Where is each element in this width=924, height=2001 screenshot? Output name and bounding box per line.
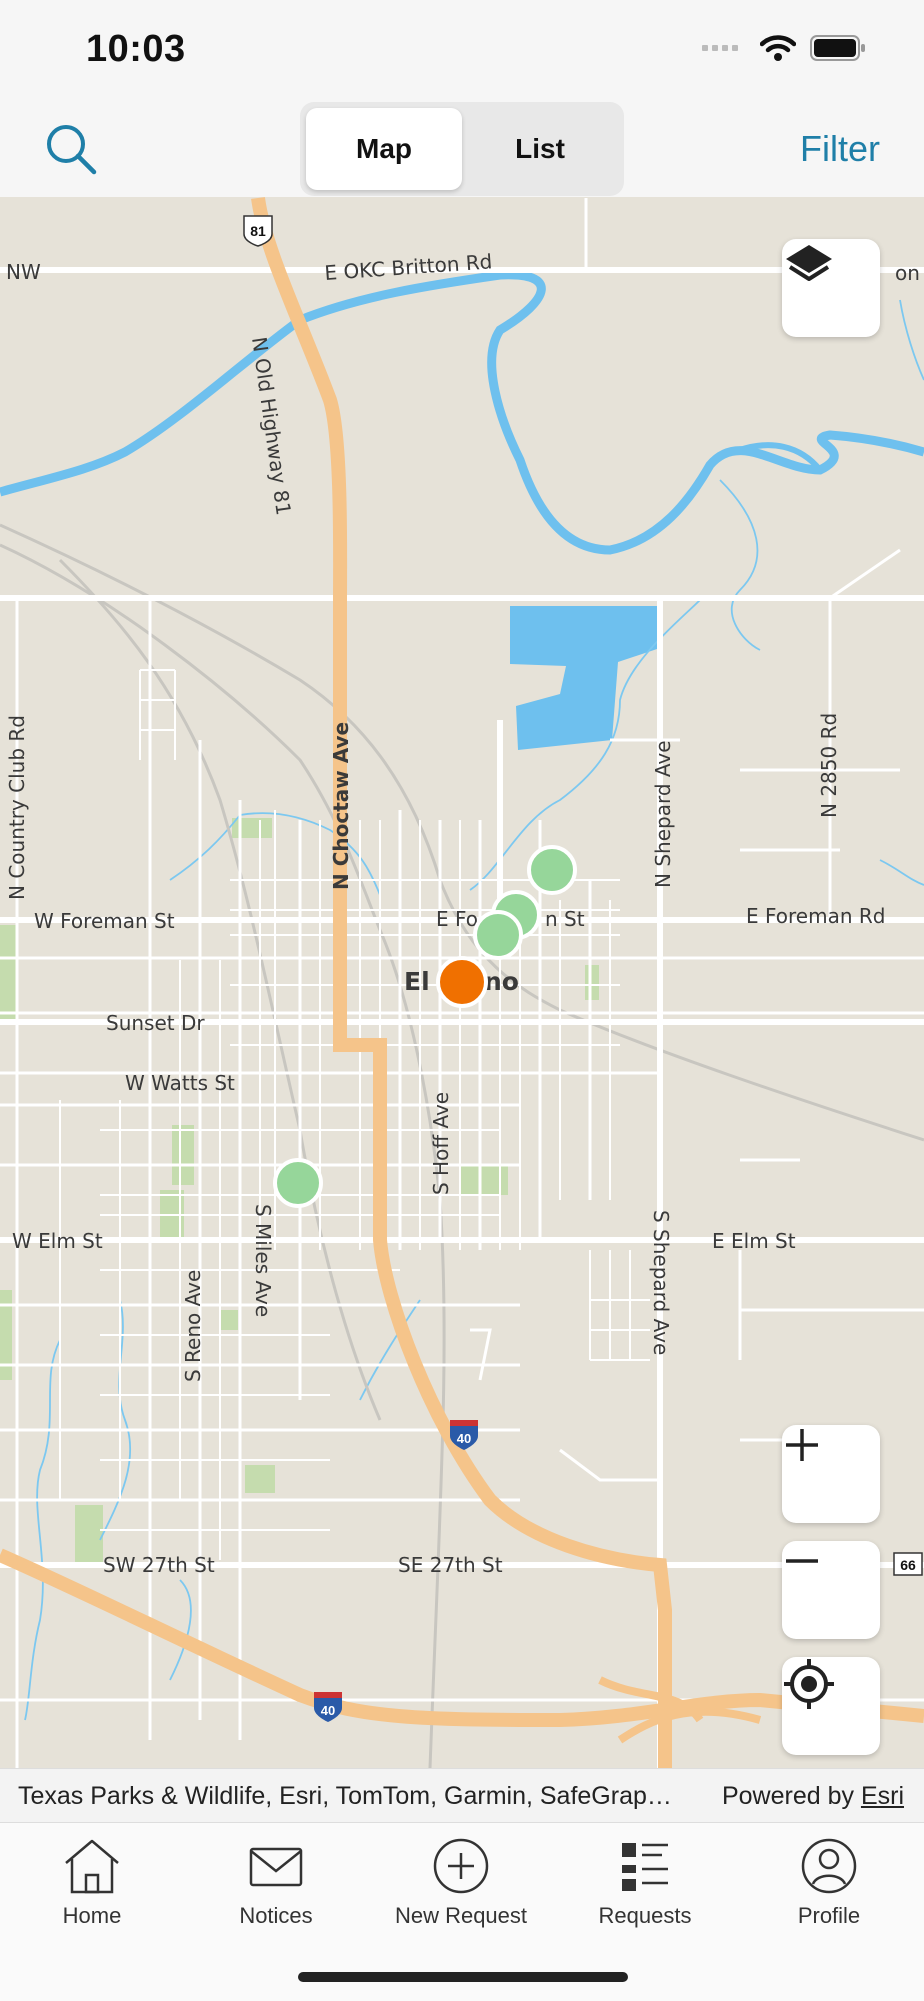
zoom-out-icon [786,1559,818,1563]
road-label: Sunset Dr [106,1011,205,1035]
powered-by-label: Powered by [721,1782,854,1810]
view-segmented-control: Map List [300,102,624,196]
status-time: 10:03 [86,28,186,70]
road-label: N Country Club Rd [5,715,29,900]
locate-icon [784,1659,834,1709]
map-view[interactable]: NW E OKC Britton Rd on R N Old Highway 8… [0,197,924,1768]
filter-button[interactable]: Filter [800,128,880,170]
road-label: W Watts St [125,1071,235,1095]
i40-shield: 40 [314,1692,342,1722]
road-label: on R [895,261,924,285]
tab-home[interactable]: Home [17,1837,167,1929]
status-icons [702,34,866,62]
top-bar: Map List Filter [0,100,924,198]
mail-icon [249,1847,303,1887]
road-label: W Foreman St [34,909,175,933]
wifi-icon [760,35,796,61]
road-label: S Shepard Ave [649,1210,673,1355]
lakes [510,606,660,750]
request-marker[interactable] [527,845,577,895]
road-label: E Fo [436,907,478,931]
us81-shield: 81 [243,215,273,247]
tab-label: Notices [239,1903,313,1928]
tab-new-request[interactable]: New Request [386,1837,536,1929]
cellular-signal-icon [702,45,738,51]
tab-requests[interactable]: Requests [570,1837,720,1929]
road-label: E Foreman Rd [746,904,885,928]
road-label: N Choctaw Ave [329,722,353,890]
selected-request-marker[interactable] [436,956,488,1008]
locate-button[interactable] [782,1657,880,1755]
road-label: N 2850 Rd [817,713,841,818]
tab-label: Home [62,1903,122,1928]
shield-label: 81 [250,223,266,239]
city-label: El [404,967,430,996]
road-label: N Shepard Ave [651,740,675,888]
search-icon [47,125,97,175]
road-label: W Elm St [12,1229,103,1253]
plus-circle-icon [433,1838,489,1894]
road-label: NW [6,260,41,284]
zoom-in-button[interactable] [782,1425,880,1523]
request-marker[interactable] [473,910,523,960]
road-label: S Hoff Ave [429,1092,453,1195]
status-bar: 10:03 [0,0,924,100]
home-indicator [298,1972,628,1982]
esri-link[interactable]: Esri [861,1782,904,1810]
shield-label: 40 [321,1703,335,1718]
road-label: N Old Highway 81 [247,335,296,516]
route66-shield: 66 [893,1552,923,1576]
basemap: NW E OKC Britton Rd on R N Old Highway 8… [0,197,924,1768]
tab-label: New Request [394,1903,528,1928]
powered-by: Powered by Esri [722,1782,904,1811]
tab-list[interactable]: List [462,108,618,190]
list-icon [622,1843,668,1891]
tab-map[interactable]: Map [306,108,462,190]
battery-icon [810,35,865,61]
zoom-out-button[interactable] [782,1541,880,1639]
shield-label: 40 [457,1431,471,1446]
request-marker[interactable] [273,1158,323,1208]
road-label: SE 27th St [398,1553,503,1577]
tab-label: Profile [797,1903,861,1928]
zoom-in-icon [786,1429,818,1461]
tab-label: Requests [598,1903,692,1928]
road-label: E Elm St [712,1229,796,1253]
home-icon [65,1839,119,1894]
map-attribution: Texas Parks & Wildlife, Esri, TomTom, Ga… [0,1768,924,1823]
tab-notices[interactable]: Notices [201,1837,351,1929]
shield-label: 66 [900,1557,916,1573]
road-label: n St [545,907,585,931]
tab-profile[interactable]: Profile [754,1837,904,1929]
road-label: S Miles Ave [251,1204,275,1317]
city-label: no [484,967,519,996]
layers-button[interactable] [782,239,880,337]
road-label: S Reno Ave [181,1270,205,1382]
search-button[interactable] [44,122,100,178]
attribution-sources: Texas Parks & Wildlife, Esri, TomTom, Ga… [18,1782,672,1810]
person-icon [801,1838,857,1894]
road-label: SW 27th St [103,1553,215,1577]
layers-icon [786,245,832,281]
